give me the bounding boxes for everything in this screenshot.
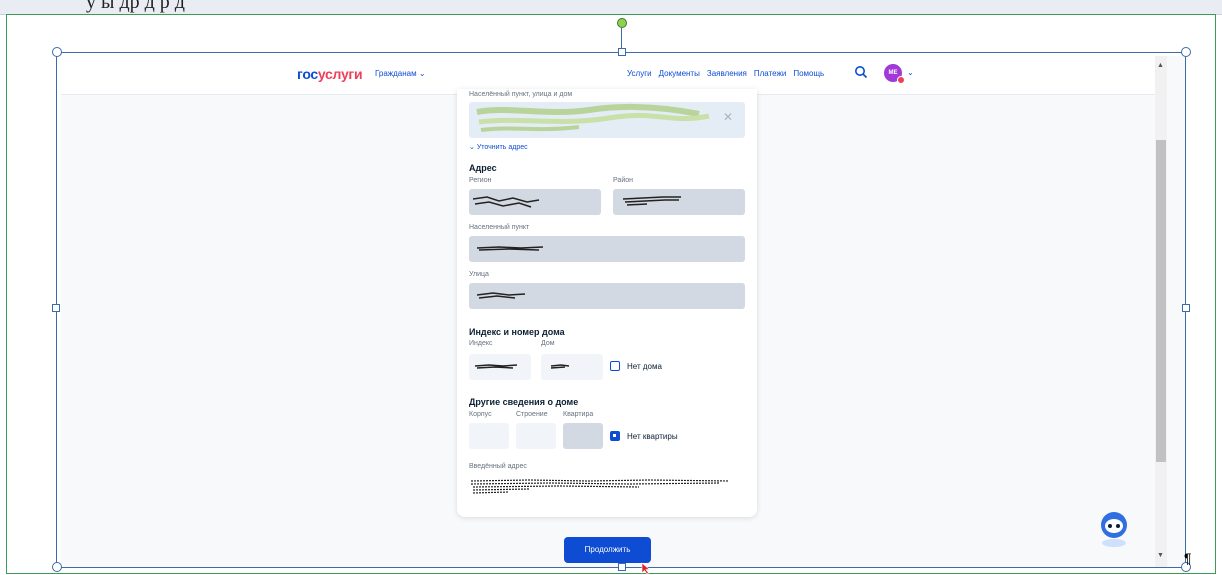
- resize-handle-left[interactable]: [52, 304, 60, 312]
- resize-handle-top-right[interactable]: [1181, 47, 1191, 57]
- resize-handle-top-left[interactable]: [52, 47, 62, 57]
- resize-handle-right[interactable]: [1182, 304, 1190, 312]
- rotate-handle-icon[interactable]: [617, 18, 627, 28]
- document-text-line: у ы др д р д: [86, 0, 185, 13]
- resize-handle-top[interactable]: [618, 48, 626, 56]
- cursor-icon: [641, 562, 651, 575]
- document-top-strip: у ы др д р д: [0, 0, 1222, 15]
- image-selection-border: [56, 52, 1186, 568]
- resize-handle-bottom-left[interactable]: [52, 562, 62, 572]
- paragraph-mark-icon: ¶: [1184, 550, 1192, 566]
- resize-handle-bottom[interactable]: [618, 563, 626, 571]
- rotate-handle-line: [621, 28, 622, 48]
